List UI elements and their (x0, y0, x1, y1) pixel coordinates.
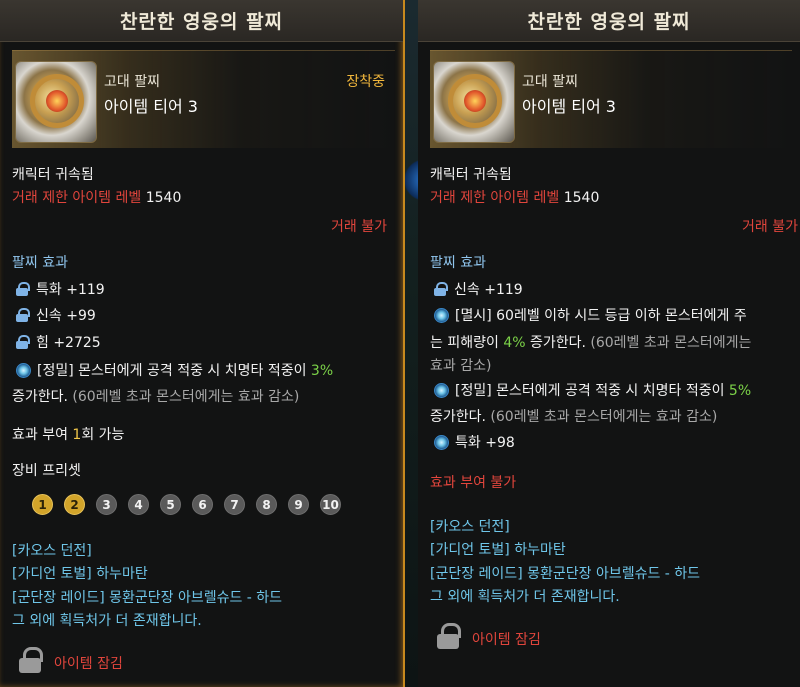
item-header: 고대 팔찌 아이템 티어 3 (430, 50, 792, 148)
trade-level-value: 1540 (145, 190, 182, 206)
preset-button-2[interactable]: 2 (64, 494, 85, 515)
special-effect-desc: 증가한다. (60레벨 초과 몬스터에게는 효과 감소) (430, 409, 718, 425)
preset-button-5[interactable]: 5 (160, 494, 181, 515)
preset-header: 장비 프리셋 (12, 463, 81, 479)
item-lock-label: 아이템 잠김 (54, 656, 123, 672)
bracelet-icon (433, 61, 515, 143)
source-item: [카오스 던전] (430, 519, 510, 535)
preset-button-1[interactable]: 1 (32, 494, 53, 515)
effect-swirl-icon (434, 308, 449, 323)
equipped-badge: 장착중 (346, 74, 385, 90)
source-item: 그 외에 획득처가 더 존재합니다. (430, 589, 620, 605)
grant-text: 효과 부여 불가 (430, 475, 517, 491)
grant-text: 효과 부여 1회 가능 (12, 427, 125, 443)
preset-button-10[interactable]: 10 (320, 494, 341, 515)
effect-swirl-icon (434, 383, 449, 398)
lock-icon (434, 282, 448, 296)
bound-text: 캐릭터 귀속됨 (12, 167, 94, 183)
item-grade: 고대 팔찌 (104, 74, 160, 90)
bracelet-icon (15, 61, 97, 143)
tooltip-equipped: 찬란한 영웅의 팔찌 고대 팔찌 아이템 티어 3 장착중 캐릭터 귀속됨 거래… (0, 0, 405, 687)
preset-button-4[interactable]: 4 (128, 494, 149, 515)
preset-button-8[interactable]: 8 (256, 494, 277, 515)
trade-status: 거래 불가 (331, 219, 387, 235)
trade-level-value: 1540 (563, 190, 600, 206)
stat-row: 신속 +119 (434, 279, 523, 299)
special-effect-row: [멸시] 60레벨 이하 시드 등급 이하 몬스터에게 주 (434, 305, 747, 325)
source-item: [군단장 레이드] 몽환군단장 아브렐슈드 - 하드 (430, 566, 701, 582)
effect-header: 팔찌 효과 (12, 255, 68, 271)
trade-level: 거래 제한 아이템 레벨 1540 (12, 187, 181, 207)
stat-row: 신속 +99 (16, 305, 96, 325)
item-header: 고대 팔찌 아이템 티어 3 장착중 (12, 50, 395, 148)
trade-level: 거래 제한 아이템 레벨 1540 (430, 187, 599, 207)
preset-button-9[interactable]: 9 (288, 494, 309, 515)
tooltip-title: 찬란한 영웅의 팔찌 (418, 0, 800, 42)
preset-button-6[interactable]: 6 (192, 494, 213, 515)
item-lock-icon[interactable] (19, 647, 43, 673)
item-tier: 아이템 티어 3 (104, 97, 198, 116)
tooltip-title: 찬란한 영웅의 팔찌 (0, 0, 403, 42)
source-item: 그 외에 획득처가 더 존재합니다. (12, 613, 202, 629)
special-effect-row: [정밀] 몬스터에게 공격 적중 시 치명타 적중이 3% (16, 360, 333, 380)
effect-swirl-icon (434, 435, 449, 450)
source-item: [군단장 레이드] 몽환군단장 아브렐슈드 - 하드 (12, 590, 283, 606)
source-item: [카오스 던전] (12, 543, 92, 559)
preset-button-3[interactable]: 3 (96, 494, 117, 515)
stat-row: 힘 +2725 (16, 332, 101, 352)
effect-swirl-icon (16, 363, 31, 378)
item-lock-icon[interactable] (437, 623, 461, 649)
trade-status: 거래 불가 (742, 219, 798, 235)
tooltip-compare: 찬란한 영웅의 팔찌 고대 팔찌 아이템 티어 3 캐릭터 귀속됨 거래 제한 … (418, 0, 800, 687)
trade-level-label: 거래 제한 아이템 레벨 (12, 190, 142, 206)
lock-icon (16, 308, 30, 322)
effect-header: 팔찌 효과 (430, 255, 486, 271)
trade-level-label: 거래 제한 아이템 레벨 (430, 190, 560, 206)
special-effect-note: 효과 감소) (430, 358, 492, 374)
source-item: [가디언 토벌] 하누마탄 (12, 566, 148, 582)
preset-button-7[interactable]: 7 (224, 494, 245, 515)
lock-icon (16, 335, 30, 349)
stat-row: 특화 +119 (16, 279, 105, 299)
bound-text: 캐릭터 귀속됨 (430, 167, 512, 183)
stat-row: 특화 +98 (434, 432, 515, 452)
preset-list: 1 2 3 4 5 6 7 8 9 10 (32, 494, 341, 515)
special-effect-desc: 증가한다. (60레벨 초과 몬스터에게는 효과 감소) (12, 389, 300, 405)
source-item: [가디언 토벌] 하누마탄 (430, 542, 566, 558)
special-effect-desc: 는 피해량이 4% 증가한다. (60레벨 초과 몬스터에게는 (430, 335, 752, 351)
item-grade: 고대 팔찌 (522, 74, 578, 90)
item-lock-label: 아이템 잠김 (472, 632, 541, 648)
special-effect-row: [정밀] 몬스터에게 공격 적중 시 치명타 적중이 5% (434, 380, 751, 400)
item-tier: 아이템 티어 3 (522, 97, 616, 116)
lock-icon (16, 282, 30, 296)
